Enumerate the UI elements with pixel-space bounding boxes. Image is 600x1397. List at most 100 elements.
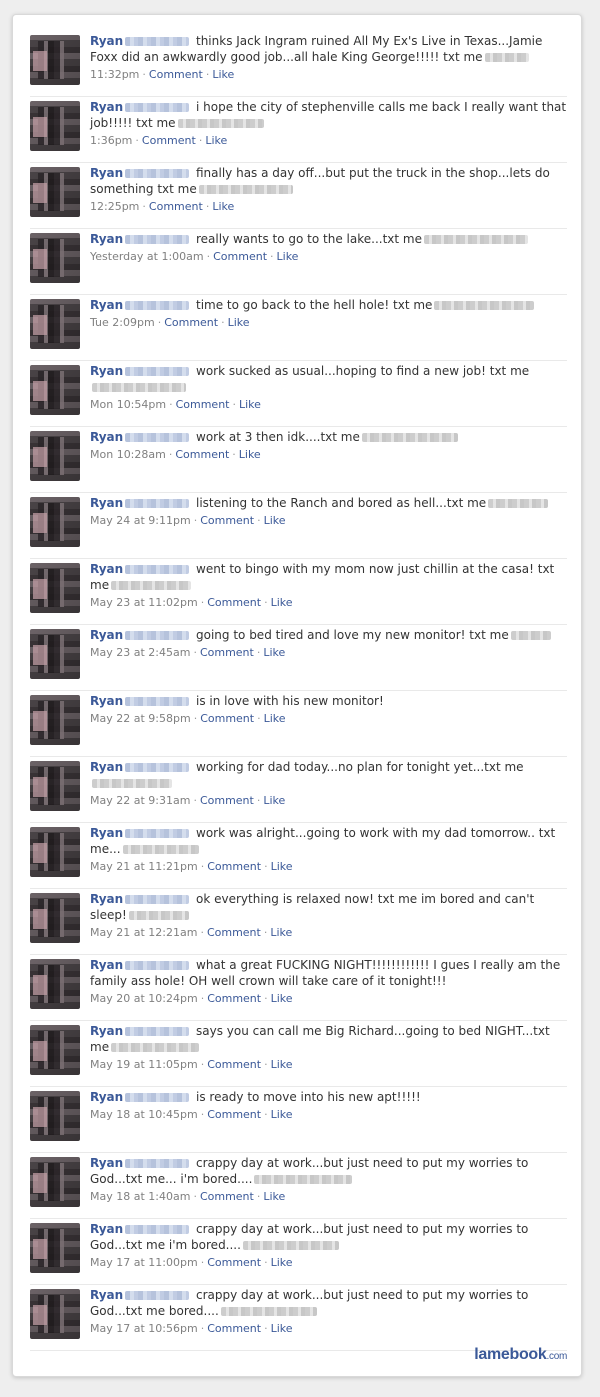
comment-link[interactable]: Comment (176, 398, 230, 411)
timestamp-link[interactable]: May 17 at 11:00pm (90, 1256, 198, 1269)
profile-picture[interactable] (30, 695, 80, 745)
like-link[interactable]: Like (264, 514, 286, 527)
like-link[interactable]: Like (270, 926, 292, 939)
profile-picture[interactable] (30, 167, 80, 217)
timestamp-link[interactable]: May 23 at 11:02pm (90, 596, 198, 609)
profile-picture[interactable] (30, 497, 80, 547)
comment-link[interactable]: Comment (200, 514, 254, 527)
timestamp-link[interactable]: May 21 at 11:21pm (90, 860, 198, 873)
timestamp-link[interactable]: May 18 at 10:45pm (90, 1108, 198, 1121)
comment-link[interactable]: Comment (207, 1256, 261, 1269)
comment-link[interactable]: Comment (175, 448, 229, 461)
author-name-link[interactable]: Ryan (90, 1156, 123, 1170)
author-name-link[interactable]: Ryan (90, 364, 123, 378)
author-name-link[interactable]: Ryan (90, 1024, 123, 1038)
timestamp-link[interactable]: May 17 at 10:56pm (90, 1322, 198, 1335)
like-link[interactable]: Like (271, 1108, 293, 1121)
author-name-link[interactable]: Ryan (90, 166, 123, 180)
timestamp-link[interactable]: May 24 at 9:11pm (90, 514, 191, 527)
profile-picture[interactable] (30, 1157, 80, 1207)
like-link[interactable]: Like (228, 316, 250, 329)
timestamp-link[interactable]: 1:36pm (90, 134, 132, 147)
comment-link[interactable]: Comment (200, 1190, 254, 1203)
profile-picture[interactable] (30, 1091, 80, 1141)
comment-link[interactable]: Comment (213, 250, 267, 263)
timestamp-link[interactable]: May 20 at 10:24pm (90, 992, 198, 1005)
profile-picture[interactable] (30, 299, 80, 349)
comment-link[interactable]: Comment (200, 646, 254, 659)
author-name-link[interactable]: Ryan (90, 100, 123, 114)
like-link[interactable]: Like (271, 1256, 293, 1269)
timestamp-link[interactable]: May 18 at 1:40am (90, 1190, 190, 1203)
like-link[interactable]: Like (212, 68, 234, 81)
author-name-link[interactable]: Ryan (90, 628, 123, 642)
timestamp-link[interactable]: Tue 2:09pm (90, 316, 155, 329)
profile-picture[interactable] (30, 893, 80, 943)
timestamp-link[interactable]: May 23 at 2:45am (90, 646, 190, 659)
author-name-link[interactable]: Ryan (90, 1222, 123, 1236)
like-link[interactable]: Like (271, 1322, 293, 1335)
comment-link[interactable]: Comment (207, 992, 261, 1005)
timestamp-link[interactable]: Yesterday at 1:00am (90, 250, 204, 263)
comment-link[interactable]: Comment (207, 860, 261, 873)
author-name-link[interactable]: Ryan (90, 1090, 123, 1104)
like-link[interactable]: Like (271, 860, 293, 873)
like-link[interactable]: Like (239, 448, 261, 461)
comment-link[interactable]: Comment (207, 1058, 261, 1071)
timestamp-link[interactable]: May 21 at 12:21am (90, 926, 197, 939)
like-link[interactable]: Like (271, 596, 293, 609)
author-name-link[interactable]: Ryan (90, 430, 123, 444)
author-name-link[interactable]: Ryan (90, 562, 123, 576)
author-name-link[interactable]: Ryan (90, 1288, 123, 1302)
profile-picture[interactable] (30, 233, 80, 283)
comment-link[interactable]: Comment (207, 596, 261, 609)
timestamp-link[interactable]: 11:32pm (90, 68, 139, 81)
profile-picture[interactable] (30, 365, 80, 415)
comment-link[interactable]: Comment (200, 794, 254, 807)
author-name-link[interactable]: Ryan (90, 496, 123, 510)
profile-picture[interactable] (30, 563, 80, 613)
comment-link[interactable]: Comment (149, 200, 203, 213)
like-link[interactable]: Like (205, 134, 227, 147)
author-name-link[interactable]: Ryan (90, 892, 123, 906)
profile-picture[interactable] (30, 1025, 80, 1075)
author-name-link[interactable]: Ryan (90, 760, 123, 774)
timestamp-link[interactable]: 12:25pm (90, 200, 139, 213)
author-name-link[interactable]: Ryan (90, 298, 123, 312)
like-link[interactable]: Like (239, 398, 261, 411)
like-link[interactable]: Like (263, 646, 285, 659)
comment-link[interactable]: Comment (207, 1108, 261, 1121)
profile-picture[interactable] (30, 629, 80, 679)
profile-picture[interactable] (30, 827, 80, 877)
comment-link[interactable]: Comment (207, 926, 261, 939)
author-name-link[interactable]: Ryan (90, 826, 123, 840)
timestamp-link[interactable]: May 19 at 11:05pm (90, 1058, 198, 1071)
like-link[interactable]: Like (271, 1058, 293, 1071)
comment-link[interactable]: Comment (149, 68, 203, 81)
like-link[interactable]: Like (263, 1190, 285, 1203)
timestamp-link[interactable]: May 22 at 9:58pm (90, 712, 191, 725)
like-link[interactable]: Like (212, 200, 234, 213)
author-name-link[interactable]: Ryan (90, 958, 123, 972)
profile-picture[interactable] (30, 761, 80, 811)
like-link[interactable]: Like (271, 992, 293, 1005)
timestamp-link[interactable]: May 22 at 9:31am (90, 794, 190, 807)
profile-picture[interactable] (30, 959, 80, 1009)
comment-link[interactable]: Comment (142, 134, 196, 147)
profile-picture[interactable] (30, 1289, 80, 1339)
profile-picture[interactable] (30, 101, 80, 151)
profile-picture[interactable] (30, 1223, 80, 1273)
timestamp-link[interactable]: Mon 10:28am (90, 448, 166, 461)
like-link[interactable]: Like (277, 250, 299, 263)
timestamp-link[interactable]: Mon 10:54pm (90, 398, 166, 411)
comment-link[interactable]: Comment (207, 1322, 261, 1335)
comment-link[interactable]: Comment (200, 712, 254, 725)
like-link[interactable]: Like (263, 794, 285, 807)
author-name-link[interactable]: Ryan (90, 694, 123, 708)
comment-link[interactable]: Comment (164, 316, 218, 329)
profile-picture[interactable] (30, 431, 80, 481)
profile-picture[interactable] (30, 35, 80, 85)
author-name-link[interactable]: Ryan (90, 232, 123, 246)
like-link[interactable]: Like (264, 712, 286, 725)
author-name-link[interactable]: Ryan (90, 34, 123, 48)
